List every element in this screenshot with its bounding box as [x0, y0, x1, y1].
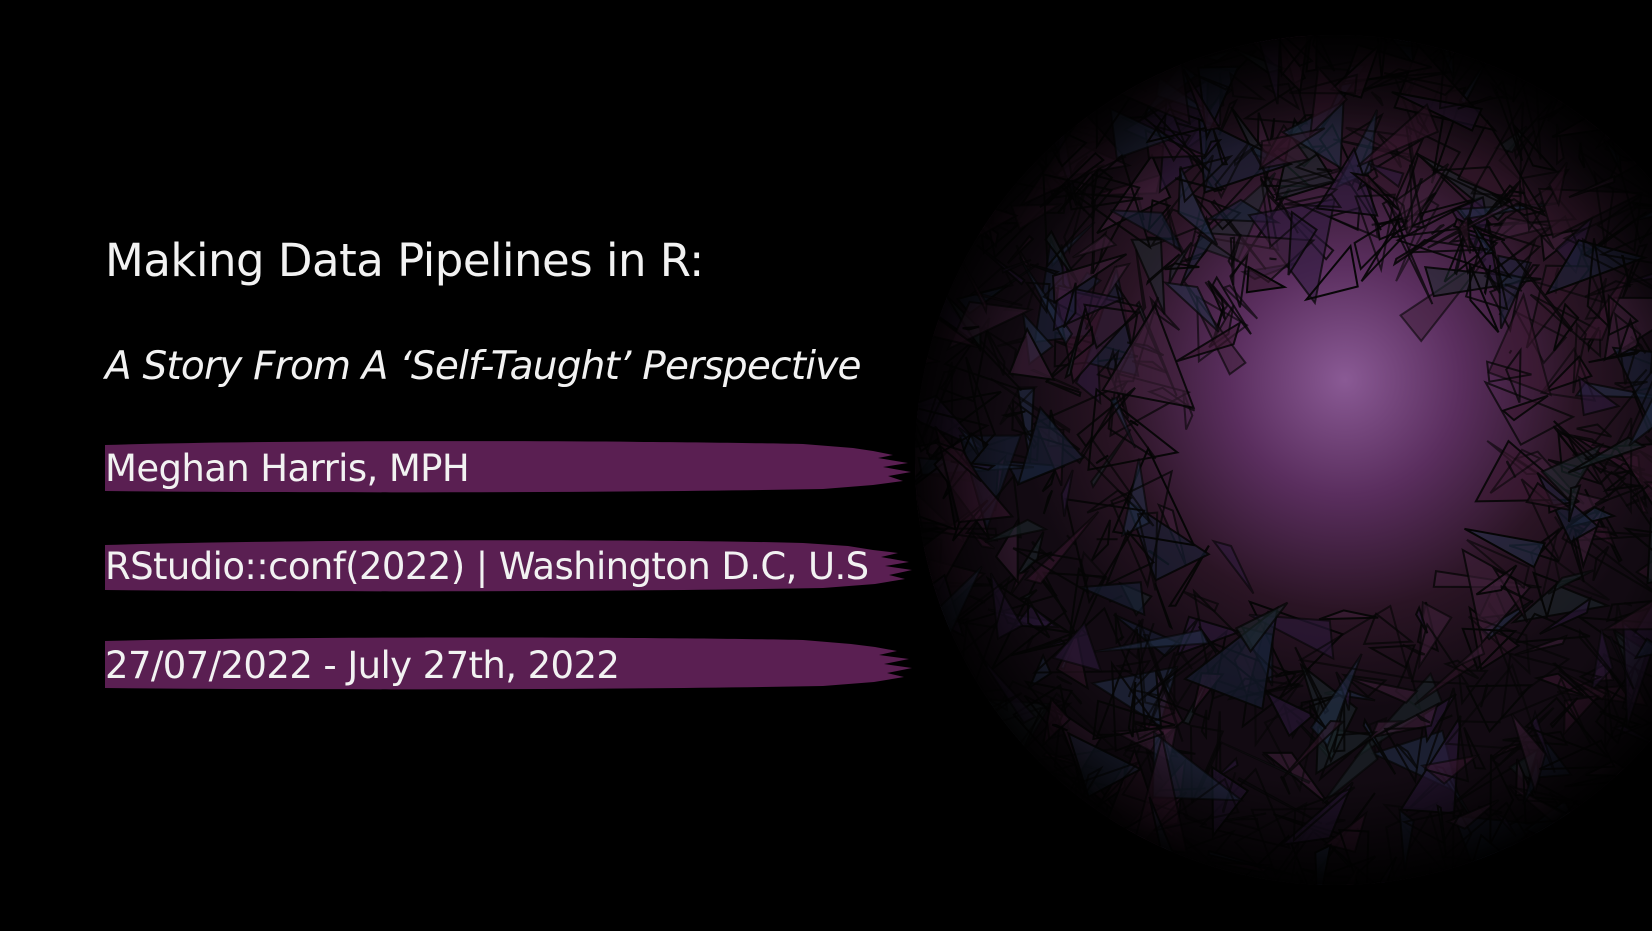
event-band: RStudio::conf(2022) | Washington D.C, U.…	[103, 537, 913, 593]
triangle-shape	[1436, 35, 1470, 46]
triangle-shape	[915, 384, 924, 426]
triangle-shape	[1067, 840, 1136, 873]
triangle-shape	[986, 158, 1016, 175]
triangle-shape	[1269, 35, 1301, 37]
triangle-shape	[1188, 858, 1222, 885]
triangle-shape	[1036, 821, 1069, 837]
event-name: RStudio::conf(2022) | Washington D.C, U.…	[105, 545, 869, 588]
triangle-shape	[1301, 0, 1332, 18]
triangle-shape	[970, 175, 994, 213]
slide-subtitle: A Story From A ‘Self-Taught’ Perspective	[105, 344, 862, 389]
date-band: 27/07/2022 - July 27th, 2022	[103, 636, 913, 692]
triangle-shape	[1030, 109, 1072, 134]
triangle-shape	[1297, 881, 1335, 885]
author-name: Meghan Harris, MPH	[105, 447, 470, 490]
slide-title: Making Data Pipelines in R:	[105, 234, 704, 287]
triangle-shape	[893, 297, 913, 358]
triangle-shape	[915, 621, 944, 651]
triangle-shape	[937, 693, 957, 716]
presentation-date: 27/07/2022 - July 27th, 2022	[105, 644, 620, 687]
triangle-shape	[1446, 882, 1531, 885]
triangle-shape	[1561, 74, 1601, 106]
triangle-shape	[1508, 60, 1561, 71]
author-band: Meghan Harris, MPH	[103, 439, 913, 495]
triangle-shape	[1270, 904, 1314, 917]
triangle-shape	[1083, 838, 1087, 844]
